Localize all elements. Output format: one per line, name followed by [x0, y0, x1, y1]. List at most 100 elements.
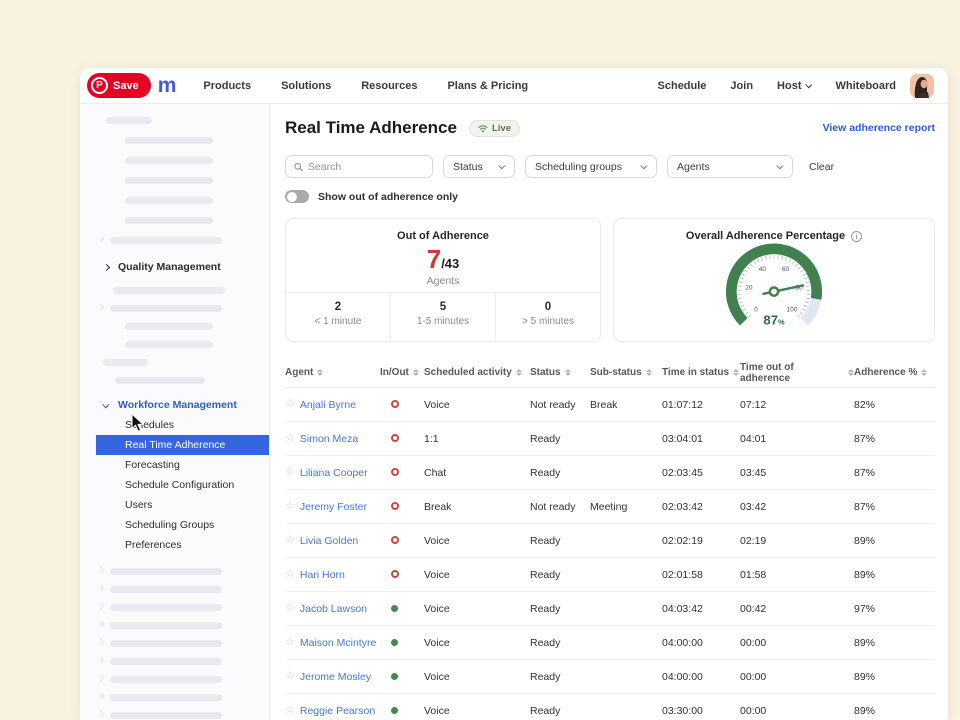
- agent-link[interactable]: Livia Golden: [300, 535, 358, 547]
- sidebar-item-users[interactable]: Users: [80, 495, 269, 515]
- breakdown-cell: 51-5 minutes: [390, 293, 495, 341]
- table-row[interactable]: ☆Jacob LawsonVoiceReady04:03:4200:4297%: [285, 592, 935, 626]
- column-header-in-out[interactable]: In/Out: [380, 367, 424, 378]
- avatar[interactable]: [910, 74, 934, 98]
- nav-item-join[interactable]: Join: [730, 80, 753, 92]
- time-in-status-cell: 02:02:19: [662, 535, 740, 547]
- star-icon[interactable]: ☆: [285, 433, 295, 444]
- nav-item-schedule[interactable]: Schedule: [658, 80, 707, 92]
- adherence-cell: 89%: [854, 569, 935, 581]
- table-row[interactable]: ☆Jerome MosleyVoiceReady04:00:0000:0089%: [285, 660, 935, 694]
- sort-up-arrow: [921, 369, 927, 372]
- pinterest-save-button[interactable]: P Save: [87, 73, 151, 98]
- skeleton-bar: [110, 622, 222, 629]
- agent-link[interactable]: Jacob Lawson: [300, 603, 367, 615]
- page-title: Real Time Adherence: [285, 118, 457, 138]
- miro-logo[interactable]: m: [158, 75, 176, 96]
- out-of-adherence-indicator: [391, 400, 399, 408]
- skeleton-bar: [110, 237, 222, 244]
- agent-link[interactable]: Simon Meza: [300, 433, 358, 445]
- table-row[interactable]: ☆Simon Meza1:1Ready03:04:0104:0187%: [285, 422, 935, 456]
- agent-cell: ☆ Jeremy Foster: [285, 501, 380, 513]
- nav-item-solutions[interactable]: Solutions: [281, 80, 331, 92]
- star-icon[interactable]: ☆: [285, 637, 295, 648]
- agent-link[interactable]: Jerome Mosley: [300, 671, 371, 683]
- sort-icon[interactable]: [921, 369, 927, 377]
- nav-item-resources[interactable]: Resources: [361, 80, 417, 92]
- svg-text:60: 60: [782, 266, 790, 273]
- column-header-agent[interactable]: Agent: [285, 367, 380, 378]
- sidebar-item-preferences[interactable]: Preferences: [80, 535, 269, 555]
- star-icon[interactable]: ☆: [285, 603, 295, 614]
- star-icon[interactable]: ☆: [285, 535, 295, 546]
- star-icon[interactable]: ☆: [285, 399, 295, 410]
- time-out-of-adherence-cell: 02:19: [740, 535, 854, 547]
- time-out-of-adherence-cell: 03:45: [740, 467, 854, 479]
- time-out-of-adherence-cell: 00:00: [740, 671, 854, 683]
- agent-link[interactable]: Maison Mcintyre: [300, 637, 376, 649]
- column-header-time-out-of-adherence[interactable]: Time out of adherence: [740, 362, 854, 384]
- show-out-of-adherence-toggle[interactable]: [285, 190, 309, 203]
- in-adherence-indicator: [391, 605, 398, 612]
- nav-item-plans-pricing[interactable]: Plans & Pricing: [447, 80, 528, 92]
- breakdown-value: 5: [391, 301, 495, 313]
- clear-filters-button[interactable]: Clear: [809, 161, 834, 173]
- star-icon[interactable]: ☆: [285, 501, 295, 512]
- sidebar-item-quality-management[interactable]: Quality Management: [80, 257, 269, 277]
- out-of-adherence-title: Out of Adherence: [286, 230, 600, 242]
- status-cell: Ready: [530, 433, 590, 445]
- sort-icon[interactable]: [565, 369, 571, 377]
- sort-down-arrow: [516, 373, 522, 376]
- nav-item-host[interactable]: Host: [777, 80, 811, 92]
- table-row[interactable]: ☆Hari HornVoiceReady02:01:5801:5889%: [285, 558, 935, 592]
- table-row[interactable]: ☆Jeremy FosterBreakNot readyMeeting02:03…: [285, 490, 935, 524]
- filter-dropdown-scheduling-groups[interactable]: Scheduling groups: [525, 155, 657, 178]
- sort-icon[interactable]: [516, 369, 522, 377]
- sort-icon[interactable]: [413, 369, 419, 377]
- agent-link[interactable]: Anjali Byrne: [300, 399, 356, 411]
- star-icon[interactable]: ☆: [285, 671, 295, 682]
- column-header-time-in-status[interactable]: Time in status: [662, 367, 740, 378]
- info-icon[interactable]: i: [851, 231, 862, 242]
- time-in-status-cell: 03:30:00: [662, 705, 740, 717]
- count-unit-label: Agents: [286, 275, 600, 287]
- nav-item-label: Whiteboard: [836, 80, 897, 92]
- sidebar-item-real-time-adherence[interactable]: Real Time Adherence: [96, 435, 269, 455]
- agent-link[interactable]: Reggie Pearson: [300, 705, 375, 717]
- star-icon[interactable]: ☆: [285, 569, 295, 580]
- column-header-adherence[interactable]: Adherence %: [854, 367, 935, 378]
- agent-link[interactable]: Liliana Cooper: [300, 467, 368, 479]
- nav-item-products[interactable]: Products: [203, 80, 251, 92]
- agent-link[interactable]: Hari Horn: [300, 569, 345, 581]
- column-header-scheduled-activity[interactable]: Scheduled activity: [424, 367, 530, 378]
- sort-down-arrow: [565, 373, 571, 376]
- sidebar-item-workforce-management[interactable]: Workforce Management: [80, 395, 269, 415]
- adherence-cell: 89%: [854, 535, 935, 547]
- agent-link[interactable]: Jeremy Foster: [300, 501, 367, 513]
- column-header-sub-status[interactable]: Sub-status: [590, 367, 662, 378]
- sidebar-item-schedules[interactable]: Schedules: [80, 415, 269, 435]
- table-row[interactable]: ☆Maison McintyreVoiceReady04:00:0000:008…: [285, 626, 935, 660]
- skeleton-bar: [113, 287, 225, 294]
- table-row[interactable]: ☆Anjali ByrneVoiceNot readyBreak01:07:12…: [285, 388, 935, 422]
- table-row[interactable]: ☆Reggie PearsonVoiceReady03:30:0000:0089…: [285, 694, 935, 720]
- sort-icon[interactable]: [646, 369, 652, 377]
- table-row[interactable]: ☆Liliana CooperChatReady02:03:4503:4587%: [285, 456, 935, 490]
- filter-dropdown-status[interactable]: Status: [443, 155, 515, 178]
- star-icon[interactable]: ☆: [285, 705, 295, 716]
- star-icon[interactable]: ☆: [285, 467, 295, 478]
- sidebar-item-scheduling-groups[interactable]: Scheduling Groups: [80, 515, 269, 535]
- search-input[interactable]: [308, 161, 424, 173]
- view-adherence-report-link[interactable]: View adherence report: [823, 122, 935, 134]
- column-header-status[interactable]: Status: [530, 367, 590, 378]
- table-row[interactable]: ☆Livia GoldenVoiceReady02:02:1902:1989%: [285, 524, 935, 558]
- status-cell: Not ready: [530, 399, 590, 411]
- sidebar-item-forecasting[interactable]: Forecasting: [80, 455, 269, 475]
- sort-icon[interactable]: [317, 369, 323, 377]
- sort-icon[interactable]: [733, 369, 739, 377]
- sort-down-arrow: [733, 373, 739, 376]
- nav-item-label: Host: [777, 80, 801, 92]
- sidebar-item-schedule-configuration[interactable]: Schedule Configuration: [80, 475, 269, 495]
- nav-item-whiteboard[interactable]: Whiteboard: [836, 80, 897, 92]
- filter-dropdown-agents[interactable]: Agents: [667, 155, 793, 178]
